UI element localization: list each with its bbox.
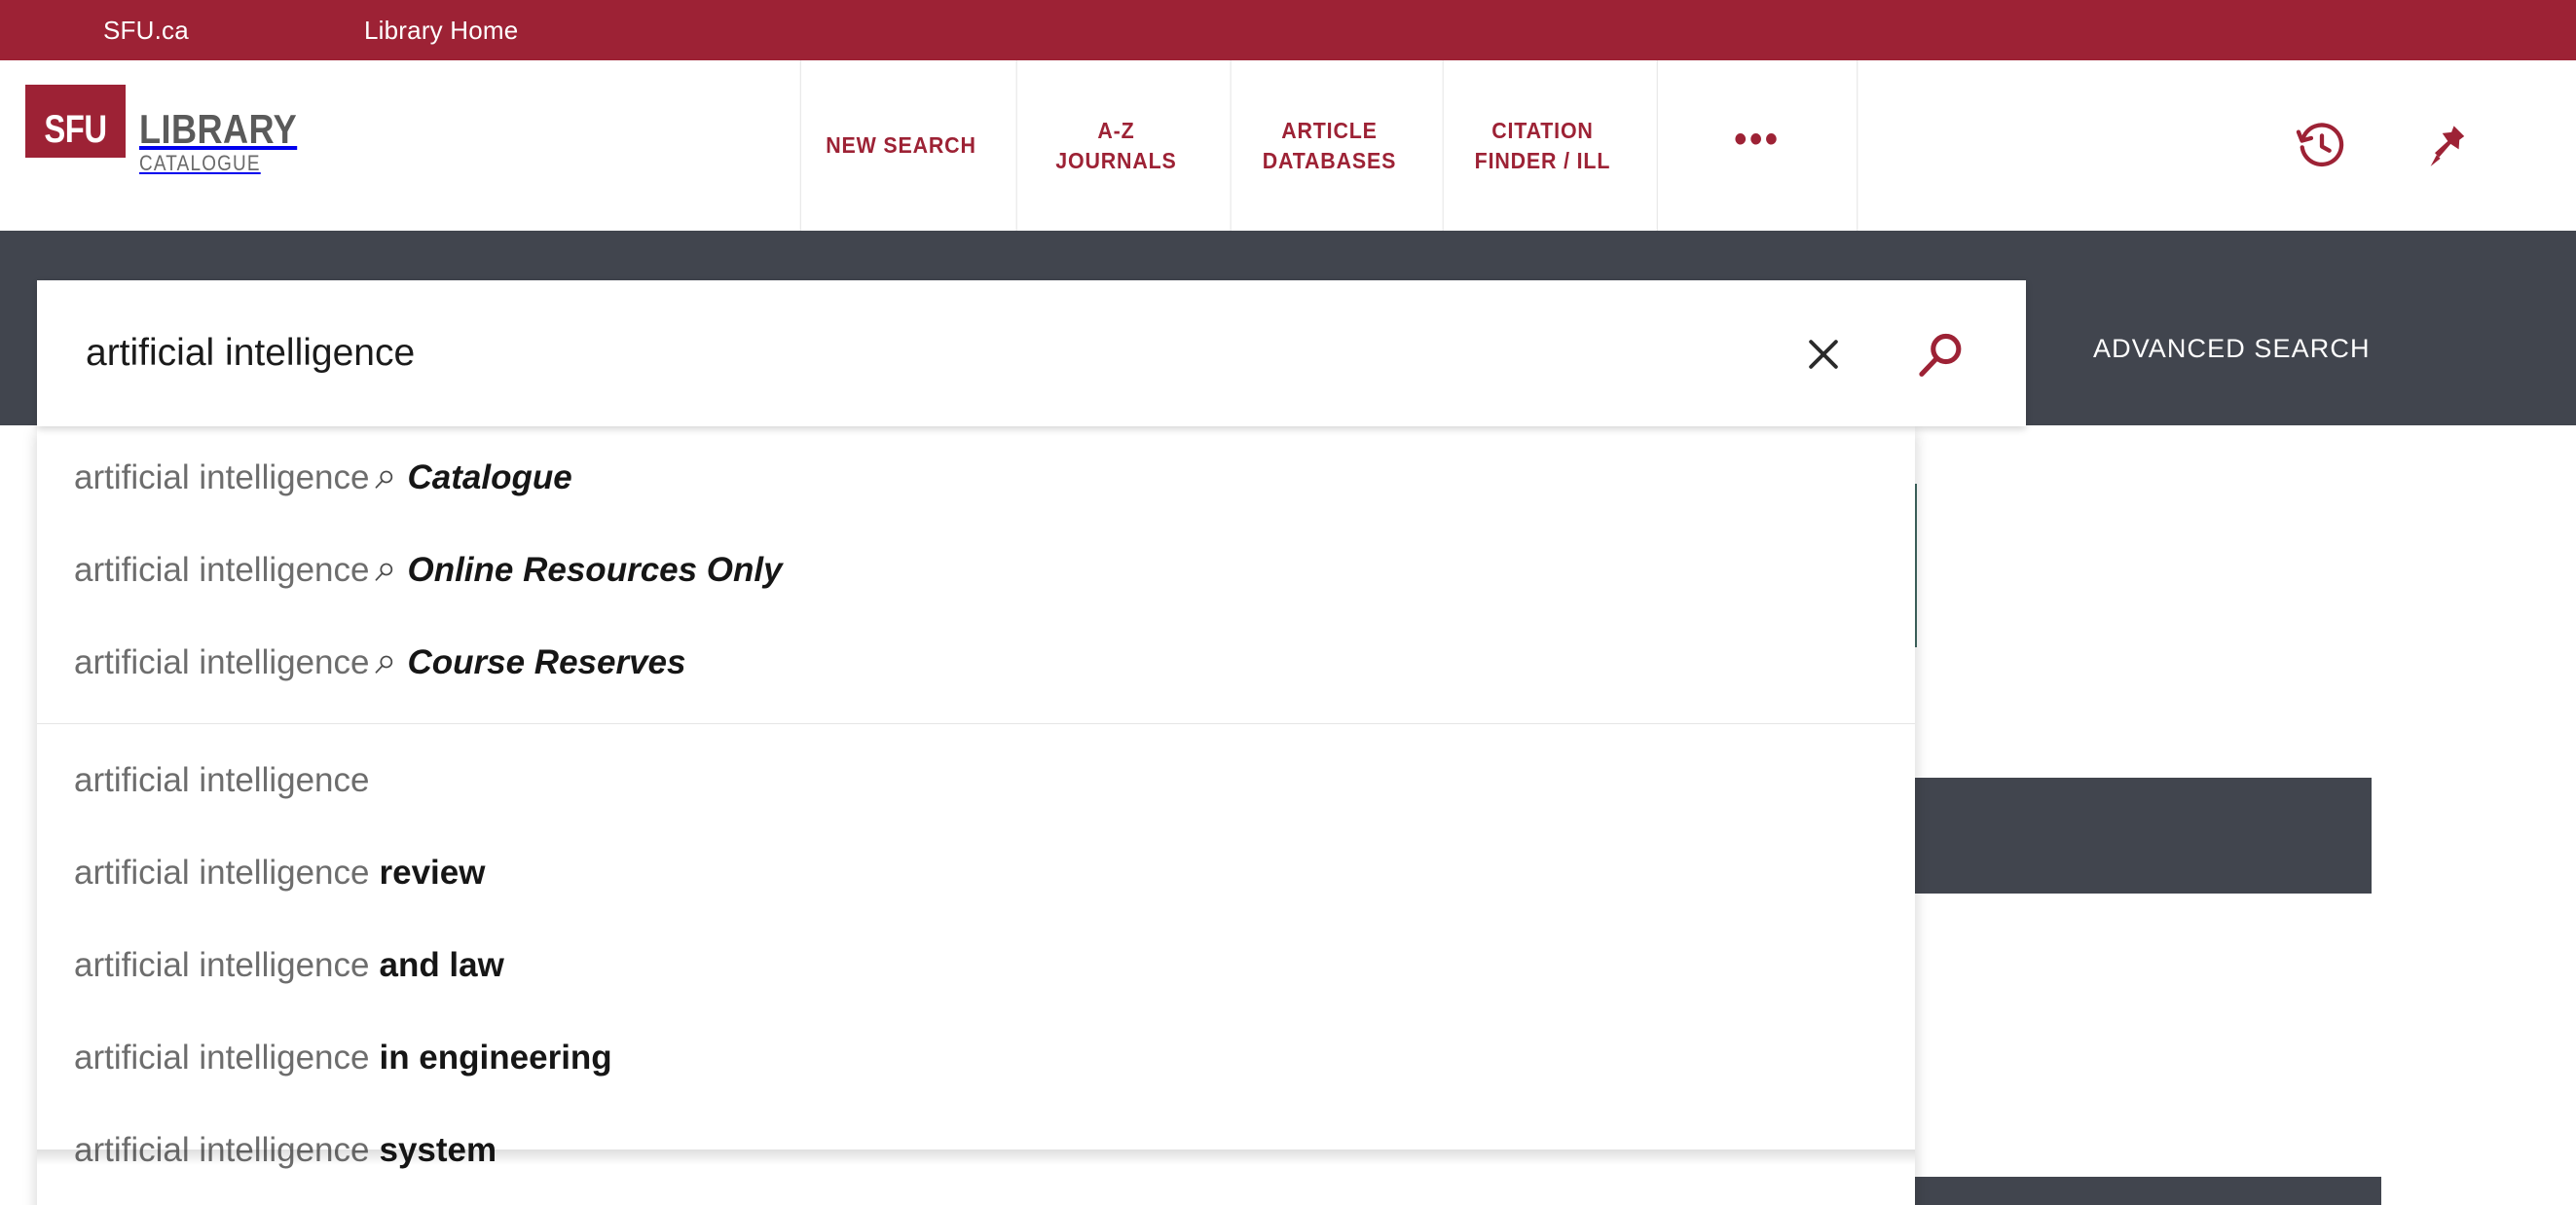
sfu-ca-link[interactable]: SFU.ca <box>103 0 189 60</box>
suggestion-scope-label: Catalogue <box>407 457 572 496</box>
suggestion-scope-label: Course Reserves <box>407 642 686 681</box>
nav-tab-citation-finder-ill[interactable]: CITATION FINDER / ILL <box>1442 60 1642 231</box>
suggestion-base-text: artificial intelligence <box>74 760 370 799</box>
site-header: SFU LIBRARY CATALOGUE NEW SEARCH A-Z JOU… <box>0 60 2576 231</box>
logo-catalogue-text: CATALOGUE <box>139 151 261 175</box>
suggestion-query-text: artificial intelligence <box>74 550 370 589</box>
suggestion-term-0[interactable]: artificial intelligence <box>37 734 1915 826</box>
search-input[interactable] <box>86 280 1828 426</box>
clear-search-icon[interactable] <box>1798 329 1849 380</box>
logo-library-text: LIBRARY <box>139 106 298 152</box>
search-history-icon[interactable] <box>2280 104 2364 188</box>
search-glyph-icon <box>371 560 396 585</box>
suggestion-term-and-law[interactable]: artificial intelligence and law <box>37 919 1915 1011</box>
nav-tab-az-journals[interactable]: A-Z JOURNALS <box>1015 60 1216 231</box>
search-submit-icon[interactable] <box>1911 327 1969 385</box>
advanced-search-link[interactable]: ADVANCED SEARCH <box>2093 334 2371 364</box>
nav-tab-more[interactable]: ••• <box>1656 60 1858 231</box>
suggestion-base-text: artificial intelligence <box>74 853 370 892</box>
suggestion-scope-catalogue[interactable]: artificial intelligence Catalogue <box>37 431 1915 524</box>
sfu-logo-mark-text: SFU <box>44 108 107 151</box>
suggestion-completion-text: review <box>379 853 486 892</box>
library-home-link[interactable]: Library Home <box>364 0 518 60</box>
nav-tab-new-search[interactable]: NEW SEARCH <box>799 60 1001 231</box>
dropdown-shadow <box>37 1150 1915 1165</box>
logo-wordmark: LIBRARY CATALOGUE <box>139 85 323 176</box>
suggestion-base-text: artificial intelligence <box>74 945 370 984</box>
suggestion-scope-label: Online Resources Only <box>407 550 783 589</box>
suggestion-query-text: artificial intelligence <box>74 457 370 496</box>
suggestions-divider <box>37 723 1915 724</box>
primary-navigation: NEW SEARCH A-Z JOURNALS ARTICLE DATABASE… <box>792 60 1865 231</box>
suggestion-query-text: artificial intelligence <box>74 642 370 681</box>
background-panel-block <box>1914 778 2372 894</box>
sfu-library-catalogue-logo[interactable]: SFU LIBRARY CATALOGUE <box>25 85 323 176</box>
nav-tab-article-databases[interactable]: ARTICLE DATABASES <box>1230 60 1428 231</box>
search-box <box>37 280 2026 426</box>
pin-icon[interactable] <box>2403 104 2486 188</box>
suggestion-completion-text: in engineering <box>379 1038 612 1077</box>
utility-bar: SFU.ca Library Home <box>0 0 2576 60</box>
search-glyph-icon <box>371 652 396 677</box>
search-glyph-icon <box>371 467 396 493</box>
suggestion-base-text: artificial intelligence <box>74 1038 370 1077</box>
page-root: Research Guides: Guides to research sour… <box>0 0 2576 1205</box>
search-suggestions-dropdown: artificial intelligence Catalogue artifi… <box>37 425 1915 1205</box>
suggestion-scope-online-resources-only[interactable]: artificial intelligence Online Resources… <box>37 524 1915 616</box>
suggestion-completion-text: and law <box>379 945 504 984</box>
header-icon-group <box>2280 60 2576 231</box>
suggestion-scope-course-reserves[interactable]: artificial intelligence Course Reserves <box>37 616 1915 709</box>
sfu-logo-mark: SFU <box>25 85 126 158</box>
suggestion-term-review[interactable]: artificial intelligence review <box>37 826 1915 919</box>
suggestion-term-in-engineering[interactable]: artificial intelligence in engineering <box>37 1011 1915 1104</box>
